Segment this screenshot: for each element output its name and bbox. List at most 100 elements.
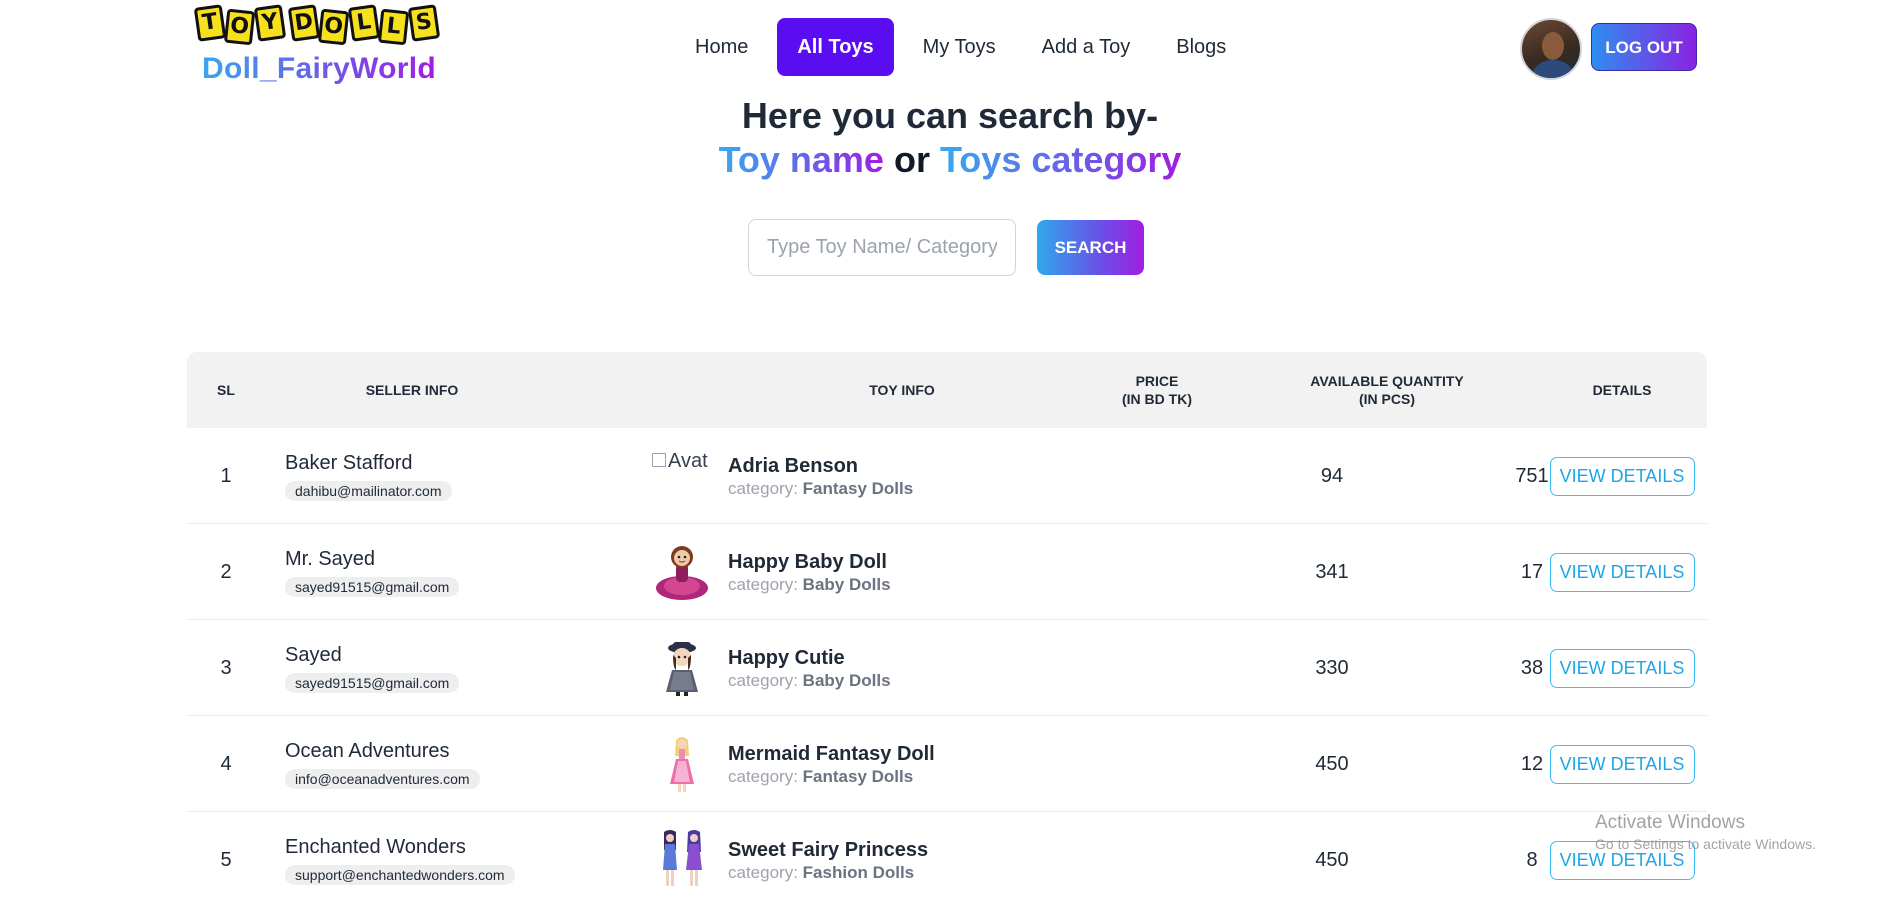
row-price: 341: [1315, 560, 1349, 583]
seller-name: Baker Stafford: [285, 451, 413, 474]
search-input[interactable]: [748, 219, 1016, 276]
search-button[interactable]: SEARCH: [1037, 220, 1144, 275]
row-sl: 1: [220, 464, 232, 487]
row-seller-info: Sayed sayed91515@gmail.com: [285, 620, 705, 716]
hat-doll-icon: [666, 642, 698, 696]
image-alt-text: Avat: [668, 450, 708, 472]
hero-heading: Here you can search by-: [741, 95, 1159, 136]
logo-letter: L: [347, 4, 381, 42]
logo-word-1: T O Y: [193, 4, 287, 46]
view-details-button[interactable]: VIEW DETAILS: [1549, 648, 1695, 688]
table-row: 2 Mr. Sayed sayed91515@gmail.com Happy B…: [187, 524, 1707, 620]
watermark-title: Activate Windows: [1595, 812, 1745, 833]
row-toy-info: Sweet Fairy Princess category: Fashion D…: [652, 812, 1072, 900]
header-price-unit: (IN BD TK): [1122, 391, 1192, 407]
toy-text: Adria Benson category: Fantasy Dolls: [728, 453, 913, 499]
search-hero: Here you can search by- Toy name or Toys…: [0, 94, 1900, 182]
broken-image-icon: Avat: [652, 446, 712, 506]
row-toy-info: Avat Adria Benson category: Fantasy Doll…: [652, 428, 1072, 524]
row-seller-info: Ocean Adventures info@oceanadventures.co…: [285, 716, 705, 812]
row-seller-info: Enchanted Wonders support@enchantedwonde…: [285, 812, 705, 900]
avatar-shirt: [1530, 60, 1576, 78]
row-price: 450: [1315, 752, 1349, 775]
category-value: Fantasy Dolls: [802, 479, 914, 498]
broken-image-glyph: [652, 453, 666, 467]
category-prefix: category:: [728, 863, 798, 882]
logo-word-2: D O L L S: [287, 4, 441, 46]
hero-term-toys-category: Toys category: [939, 139, 1182, 180]
toy-category: category: Baby Dolls: [728, 575, 891, 595]
toy-name: Adria Benson: [728, 455, 859, 477]
header-quantity-label: AVAILABLE QUANTITY: [1310, 373, 1464, 389]
toy-name: Happy Baby Doll: [728, 551, 887, 573]
logout-button[interactable]: LOG OUT: [1591, 23, 1697, 71]
toy-text: Mermaid Fantasy Doll category: Fantasy D…: [728, 741, 935, 787]
category-value: Fantasy Dolls: [802, 767, 914, 786]
table-row: 5 Enchanted Wonders support@enchantedwon…: [187, 812, 1707, 900]
toy-image-fairy-princess: [652, 830, 712, 890]
row-toy-info: Mermaid Fantasy Doll category: Fantasy D…: [652, 716, 1072, 812]
toy-name: Sweet Fairy Princess: [728, 839, 929, 861]
toy-text: Sweet Fairy Princess category: Fashion D…: [728, 837, 928, 883]
row-toy-info: Happy Baby Doll category: Baby Dolls: [652, 524, 1072, 620]
category-value: Baby Dolls: [802, 575, 891, 594]
header-seller-info: SELLER INFO: [365, 382, 459, 398]
header-quantity: AVAILABLE QUANTITY (IN PCS): [1237, 352, 1537, 428]
category-prefix: category:: [728, 671, 798, 690]
toy-category: category: Baby Dolls: [728, 671, 891, 691]
category-prefix: category:: [728, 767, 798, 786]
row-sl: 3: [220, 656, 232, 679]
category-prefix: category:: [728, 575, 798, 594]
nav-item-all-toys[interactable]: All Toys: [777, 18, 894, 76]
header-quantity-unit: (IN PCS): [1359, 391, 1415, 407]
category-value: Fashion Dolls: [802, 863, 915, 882]
logo-letter: D: [287, 4, 321, 42]
logo-letter: S: [407, 4, 441, 42]
nav-item-blogs[interactable]: Blogs: [1159, 18, 1243, 76]
table-row: 3 Sayed sayed91515@gmail.com Happy Cutie…: [187, 620, 1707, 716]
header-sl: SL: [217, 382, 235, 398]
avatar-face: [1542, 32, 1564, 60]
toy-category: category: Fantasy Dolls: [728, 479, 913, 499]
view-details-button[interactable]: VIEW DETAILS: [1549, 552, 1695, 592]
logo-badge: T O Y D O L L S: [193, 4, 441, 46]
brand-name: Doll_FairyWorld: [196, 52, 436, 86]
seller-email-badge: sayed91515@gmail.com: [285, 672, 460, 693]
logo-letter: O: [223, 8, 256, 46]
logo-letter: O: [317, 8, 350, 46]
header-toy-info: TOY INFO: [869, 382, 935, 398]
table-row: 1 Baker Stafford dahibu@mailinator.com A…: [187, 428, 1707, 524]
row-sl: 4: [220, 752, 232, 775]
table-header: SL SELLER INFO TOY INFO PRICE (IN BD TK)…: [187, 352, 1707, 428]
nav-item-add-a-toy[interactable]: Add a Toy: [1025, 18, 1148, 76]
row-details: VIEW DETAILS: [1515, 428, 1729, 524]
row-seller-info: Mr. Sayed sayed91515@gmail.com: [285, 524, 705, 620]
hero-subheading: Toy name or Toys category: [0, 138, 1900, 182]
seller-name: Enchanted Wonders: [285, 835, 466, 858]
seller-name: Ocean Adventures: [285, 739, 450, 762]
view-details-button[interactable]: VIEW DETAILS: [1549, 744, 1695, 784]
logo-letter: T: [193, 4, 227, 42]
logo-letter: L: [377, 8, 410, 46]
nav-item-home[interactable]: Home: [678, 18, 765, 76]
view-details-button[interactable]: VIEW DETAILS: [1549, 456, 1695, 496]
row-price: 450: [1315, 848, 1349, 871]
mermaid-doll-icon: [670, 737, 694, 792]
toy-text: Happy Cutie category: Baby Dolls: [728, 645, 891, 691]
toy-category: category: Fantasy Dolls: [728, 767, 935, 787]
navbar: T O Y D O L L S Doll_FairyWorld Home All…: [0, 0, 1900, 100]
row-details: VIEW DETAILS: [1515, 524, 1729, 620]
category-value: Baby Dolls: [802, 671, 891, 690]
seller-name: Sayed: [285, 643, 342, 666]
toy-name: Mermaid Fantasy Doll: [728, 743, 935, 765]
category-prefix: category:: [728, 479, 798, 498]
seller-email-badge: info@oceanadventures.com: [285, 768, 480, 789]
watermark-subtitle: Go to Settings to activate Windows.: [1595, 836, 1816, 852]
toys-table: SL SELLER INFO TOY INFO PRICE (IN BD TK)…: [187, 352, 1707, 900]
brand-logo[interactable]: T O Y D O L L S Doll_FairyWorld: [193, 4, 441, 96]
toy-image-baby-doll: [652, 542, 712, 602]
row-price: 330: [1315, 656, 1349, 679]
hero-or: or: [893, 139, 930, 180]
user-avatar[interactable]: [1520, 18, 1582, 80]
nav-item-my-toys[interactable]: My Toys: [906, 18, 1013, 76]
